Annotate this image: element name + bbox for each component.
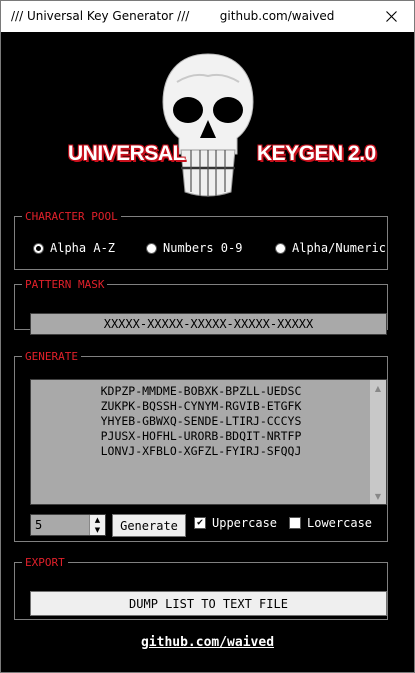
- export-group: EXPORT DUMP LIST TO TEXT FILE: [14, 556, 388, 620]
- logo-text-left: UNIVERSAL: [68, 142, 185, 165]
- keys-list: KDPZP-MMDME-BOBXK-BPZLL-UEDSC ZUKPK-BQSS…: [31, 384, 371, 459]
- count-stepper[interactable]: 5 ▲ ▼: [30, 514, 106, 536]
- app-window: /// Universal Key Generator /// github.c…: [0, 0, 415, 673]
- github-link[interactable]: github.com/waived: [1, 635, 414, 650]
- window-title: /// Universal Key Generator /// github.c…: [11, 9, 335, 23]
- radio-alpha-indicator[interactable]: [33, 242, 44, 254]
- uppercase-label: Uppercase: [212, 516, 278, 530]
- key-line: LONVJ-XFBLO-XGFZL-FYIRJ-SFQQJ: [100, 444, 302, 458]
- title-bar[interactable]: /// Universal Key Generator /// github.c…: [1, 1, 414, 32]
- lowercase-check-box[interactable]: [289, 517, 301, 529]
- radio-numbers-indicator[interactable]: [146, 242, 157, 254]
- key-line: ZUKPK-BQSSH-CYNYM-RGVIB-ETGFK: [100, 399, 302, 413]
- close-button[interactable]: [369, 1, 414, 32]
- keys-scrollbar[interactable]: ▲ ▼: [370, 380, 386, 504]
- stepper-up-icon[interactable]: ▲: [90, 515, 105, 525]
- radio-alphanumeric-label: Alpha/Numeric: [292, 241, 386, 255]
- radio-alpha[interactable]: Alpha A-Z: [33, 241, 115, 255]
- pattern-mask-input[interactable]: XXXXX-XXXXX-XXXXX-XXXXX-XXXXX: [30, 313, 387, 335]
- radio-alphanumeric-indicator[interactable]: [275, 242, 286, 254]
- generate-button[interactable]: Generate: [112, 514, 186, 537]
- dump-list-button[interactable]: DUMP LIST TO TEXT FILE: [30, 591, 387, 616]
- skull-icon: [162, 53, 254, 197]
- radio-alpha-label: Alpha A-Z: [50, 241, 116, 255]
- export-legend: EXPORT: [25, 556, 65, 569]
- key-line: KDPZP-MMDME-BOBXK-BPZLL-UEDSC: [100, 384, 302, 398]
- pattern-mask-legend: PATTERN MASK: [25, 278, 105, 291]
- scroll-up-icon[interactable]: ▲: [370, 380, 386, 396]
- client-area: UNIVERSAL KEYGEN 2.0 CHARACTER POOL Alph…: [1, 32, 414, 672]
- stepper-buttons[interactable]: ▲ ▼: [89, 515, 105, 535]
- radio-numbers-label: Numbers 0-9: [163, 241, 243, 255]
- character-pool-group: CHARACTER POOL Alpha A-Z Numbers 0-9 Alp…: [14, 210, 388, 270]
- key-line: PJUSX-HOFHL-URORB-BDQIT-NRTFP: [100, 429, 302, 443]
- close-icon: [386, 11, 397, 22]
- pattern-mask-group: PATTERN MASK XXXXX-XXXXX-XXXXX-XXXXX-XXX…: [14, 278, 388, 335]
- scroll-down-icon[interactable]: ▼: [370, 488, 386, 504]
- logo-text-right: KEYGEN 2.0: [257, 142, 376, 165]
- uppercase-checkbox[interactable]: ✔ Uppercase: [194, 516, 277, 530]
- radio-alphanumeric[interactable]: Alpha/Numeric: [275, 241, 386, 255]
- character-pool-legend: CHARACTER POOL: [25, 210, 118, 223]
- lowercase-checkbox[interactable]: Lowercase: [289, 516, 372, 530]
- generate-legend: GENERATE: [25, 350, 78, 363]
- uppercase-check-icon[interactable]: ✔: [194, 517, 206, 529]
- lowercase-label: Lowercase: [307, 516, 373, 530]
- stepper-down-icon[interactable]: ▼: [90, 525, 105, 535]
- generate-group: GENERATE KDPZP-MMDME-BOBXK-BPZLL-UEDSC Z…: [14, 350, 388, 542]
- key-line: YHYEB-GBWXQ-SENDE-LTIRJ-CCCYS: [100, 414, 302, 428]
- keys-output[interactable]: KDPZP-MMDME-BOBXK-BPZLL-UEDSC ZUKPK-BQSS…: [30, 379, 387, 505]
- count-value[interactable]: 5: [35, 518, 42, 532]
- logo-banner: UNIVERSAL KEYGEN 2.0: [1, 50, 414, 210]
- radio-numbers[interactable]: Numbers 0-9: [146, 241, 242, 255]
